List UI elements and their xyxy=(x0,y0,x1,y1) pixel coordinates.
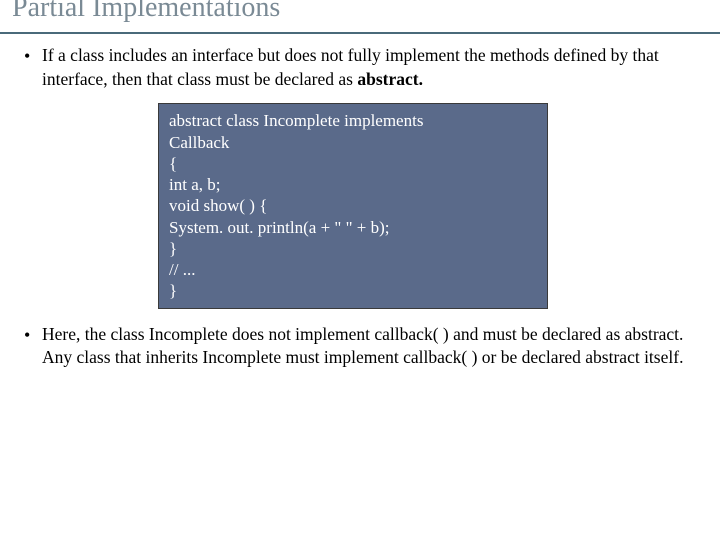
slide-title: Partial Implementations xyxy=(12,0,708,22)
bullet-2: Here, the class Incomplete does not impl… xyxy=(18,323,702,370)
code-line-4: void show( ) { xyxy=(169,195,537,216)
bullet-1-bold: abstract. xyxy=(357,69,423,89)
code-line-0: abstract class Incomplete implements xyxy=(169,110,537,131)
code-line-7: // ... xyxy=(169,259,537,280)
code-line-2: { xyxy=(169,153,537,174)
code-line-6: } xyxy=(169,238,537,259)
bullet-2-text: Here, the class Incomplete does not impl… xyxy=(42,324,683,368)
code-block: abstract class Incomplete implements Cal… xyxy=(158,103,548,308)
code-line-5: System. out. println(a + " " + b); xyxy=(169,217,537,238)
code-line-3: int a, b; xyxy=(169,174,537,195)
code-line-8: } xyxy=(169,280,537,301)
bullet-1: If a class includes an interface but doe… xyxy=(18,44,702,91)
bullet-1-text-a: If a class includes an interface but doe… xyxy=(42,45,659,89)
slide-content: If a class includes an interface but doe… xyxy=(0,34,720,370)
code-line-1: Callback xyxy=(169,132,537,153)
